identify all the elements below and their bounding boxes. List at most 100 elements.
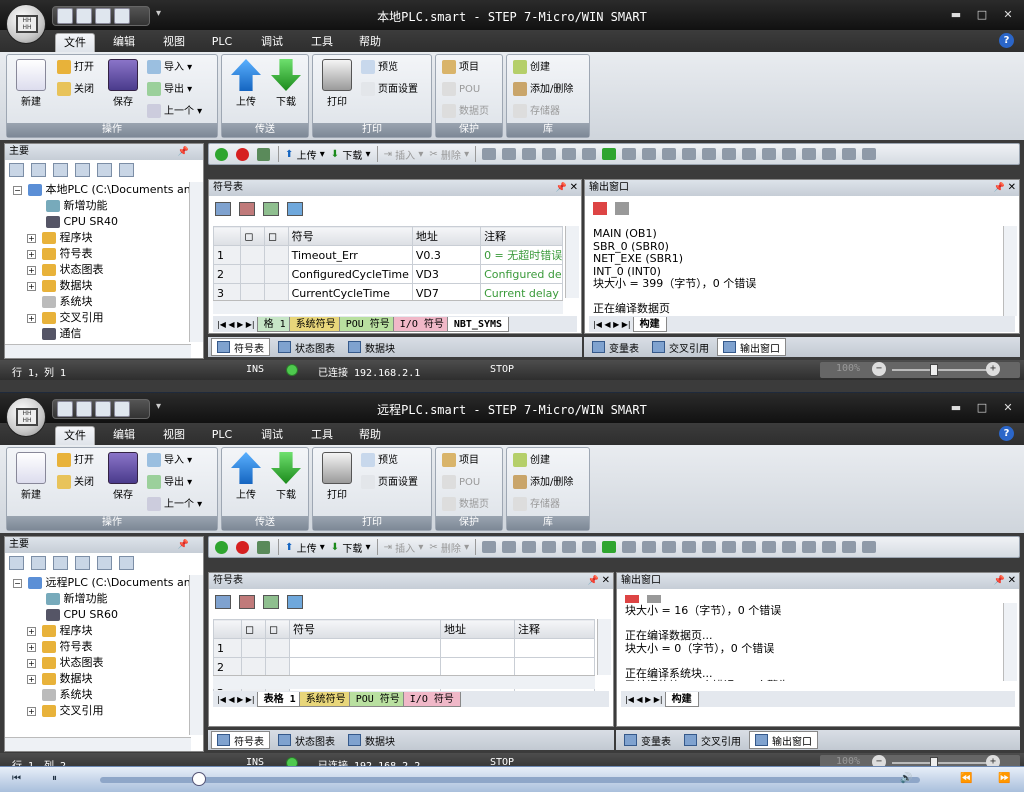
prev-icon[interactable]: ⏮ <box>12 773 21 784</box>
sheet-tab[interactable]: POU 符号 <box>338 316 397 332</box>
toolbar-icon[interactable] <box>582 148 597 160</box>
toolbar-icon[interactable] <box>782 541 797 553</box>
toolbar-icon[interactable] <box>642 541 657 553</box>
build-tab[interactable]: 构建 <box>632 316 667 332</box>
toolbar-icon[interactable] <box>822 148 837 160</box>
bottom-tab[interactable]: 符号表 <box>211 338 270 356</box>
sheet-tab[interactable]: 表格 1 <box>256 691 303 707</box>
create-library-button[interactable]: 创建 <box>513 59 550 77</box>
app-menu-button[interactable]: HH HH <box>6 4 46 44</box>
toolbar-icon[interactable] <box>802 148 817 160</box>
save-button[interactable]: 保存 <box>103 59 143 108</box>
toolbar-icon[interactable] <box>802 541 817 553</box>
ribbon-tab[interactable]: 文件 <box>55 33 95 52</box>
seek-thumb[interactable] <box>192 772 206 786</box>
ribbon-tab[interactable]: 编辑 <box>104 426 144 445</box>
stop-button[interactable] <box>236 147 251 161</box>
bottom-tab[interactable]: 数据块 <box>343 731 400 749</box>
tree-toolbar-icon[interactable] <box>75 163 90 177</box>
comment-cell[interactable]: Configured delay <box>480 264 563 284</box>
comment-cell[interactable]: 0 = 无超时错误 <box>480 245 563 265</box>
symbol-cell[interactable]: ConfiguredCycleTime <box>287 264 413 284</box>
volume-icon[interactable]: 🔊 <box>900 773 912 784</box>
symtab-toolbar-icon[interactable] <box>239 202 255 216</box>
col-address-header[interactable]: 地址 <box>440 619 515 639</box>
insert-button[interactable]: ⇥ 插入 ▾ <box>384 147 424 162</box>
toolbar-icon[interactable] <box>682 541 697 553</box>
bottom-tab[interactable]: 变量表 <box>619 731 676 749</box>
sheet-tab[interactable]: POU 符号 <box>348 691 407 707</box>
import-button[interactable]: 导入 ▾ <box>147 452 192 470</box>
tree-item[interactable]: + 程序块 <box>7 623 192 639</box>
toolbar-icon[interactable] <box>642 148 657 160</box>
tree-toolbar-icon[interactable] <box>75 556 90 570</box>
delete-button[interactable]: ✂ 删除 ▾ <box>429 540 469 555</box>
compile-button[interactable] <box>257 540 272 554</box>
minimize-button[interactable]: ▬ <box>948 401 964 414</box>
close-button[interactable]: ✕ <box>1000 8 1016 21</box>
rewind-icon[interactable]: ⏪ <box>960 773 972 784</box>
ribbon-tab[interactable]: 文件 <box>55 426 95 445</box>
toolbar-icon[interactable] <box>482 148 497 160</box>
ribbon-tab[interactable]: 编辑 <box>104 33 144 52</box>
zoom-out-icon[interactable]: − <box>872 362 886 376</box>
zoom-track[interactable] <box>892 762 988 764</box>
sheet-nav-icon[interactable]: |◀ ◀ ▶ ▶| <box>217 320 255 329</box>
bottom-tab[interactable]: 输出窗口 <box>749 731 818 749</box>
toolbar-icon[interactable] <box>722 541 737 553</box>
symtab-vscroll[interactable] <box>597 619 611 675</box>
toolbar-icon[interactable] <box>722 148 737 160</box>
pause-icon[interactable]: ⏸ <box>52 773 57 784</box>
build-tab[interactable]: 构建 <box>664 691 699 707</box>
symtab-toolbar-icon[interactable] <box>215 202 231 216</box>
pin-icon[interactable]: 📌 <box>994 573 1005 589</box>
page-setup-button[interactable]: 页面设置 <box>361 81 418 99</box>
ribbon-tab[interactable]: PLC <box>204 33 240 52</box>
compile-button[interactable] <box>257 147 272 161</box>
seek-slider[interactable] <box>100 777 920 783</box>
expand-icon[interactable]: + <box>27 642 36 652</box>
toolbar-icon[interactable] <box>702 148 717 160</box>
sheet-tab[interactable]: I/O 符号 <box>392 316 451 332</box>
expand-icon[interactable]: + <box>27 249 36 259</box>
bottom-tab[interactable]: 变量表 <box>587 338 644 356</box>
sheet-nav-icon[interactable]: |◀ ◀ ▶ ▶| <box>217 695 255 704</box>
toolbar-icon[interactable] <box>762 541 777 553</box>
preview-button[interactable]: 预览 <box>361 59 398 77</box>
toolbar-icon[interactable] <box>602 148 617 160</box>
pin-icon[interactable]: 📌 <box>994 180 1005 196</box>
expand-icon[interactable]: + <box>27 674 36 684</box>
toolbar-icon[interactable] <box>662 541 677 553</box>
symtab-toolbar-icon[interactable] <box>239 595 255 609</box>
bottom-tab[interactable]: 输出窗口 <box>717 338 786 356</box>
expand-icon[interactable]: + <box>27 265 36 275</box>
toolbar-upload-button[interactable]: ⬆ 上传 ▾ <box>285 540 325 555</box>
address-cell[interactable]: V0.3 <box>411 245 482 265</box>
toolbar-icon[interactable] <box>842 148 857 160</box>
symbol-cell[interactable] <box>289 657 441 677</box>
symtab-toolbar-icon[interactable] <box>263 595 279 609</box>
maximize-button[interactable]: □ <box>974 401 990 414</box>
export-button[interactable]: 导出 ▾ <box>147 474 192 492</box>
toolbar-icon[interactable] <box>502 148 517 160</box>
toolbar-icon[interactable] <box>742 148 757 160</box>
tree-item[interactable]: CPU SR40 <box>7 214 192 230</box>
table-row[interactable]: 1 Timeout_Err V0.3 0 = 无超时错误 <box>212 245 563 265</box>
upload-button[interactable]: 上传 <box>226 452 266 501</box>
close-pane-icon[interactable]: ✕ <box>602 573 610 589</box>
toolbar-icon[interactable] <box>602 541 617 553</box>
tree-item[interactable]: 系统块 <box>7 294 192 310</box>
bottom-tab[interactable]: 状态图表 <box>273 731 340 749</box>
close-project-button[interactable]: 关闭 <box>57 81 94 99</box>
comment-cell[interactable] <box>514 638 595 658</box>
tree-item[interactable]: − 本地PLC (C:\Documents and <box>7 182 198 198</box>
toolbar-download-button[interactable]: ⬇ 下载 ▾ <box>331 540 371 555</box>
col-comment-header[interactable]: 注释 <box>514 619 595 639</box>
ribbon-tab[interactable]: 帮助 <box>350 426 390 445</box>
page-setup-button[interactable]: 页面设置 <box>361 474 418 492</box>
previous-button[interactable]: 上一个 ▾ <box>147 103 202 121</box>
tree-vscroll[interactable] <box>189 182 203 342</box>
pin-icon[interactable]: 📌 <box>178 537 189 553</box>
address-cell[interactable] <box>440 657 515 677</box>
tree-toolbar-icon[interactable] <box>119 163 134 177</box>
